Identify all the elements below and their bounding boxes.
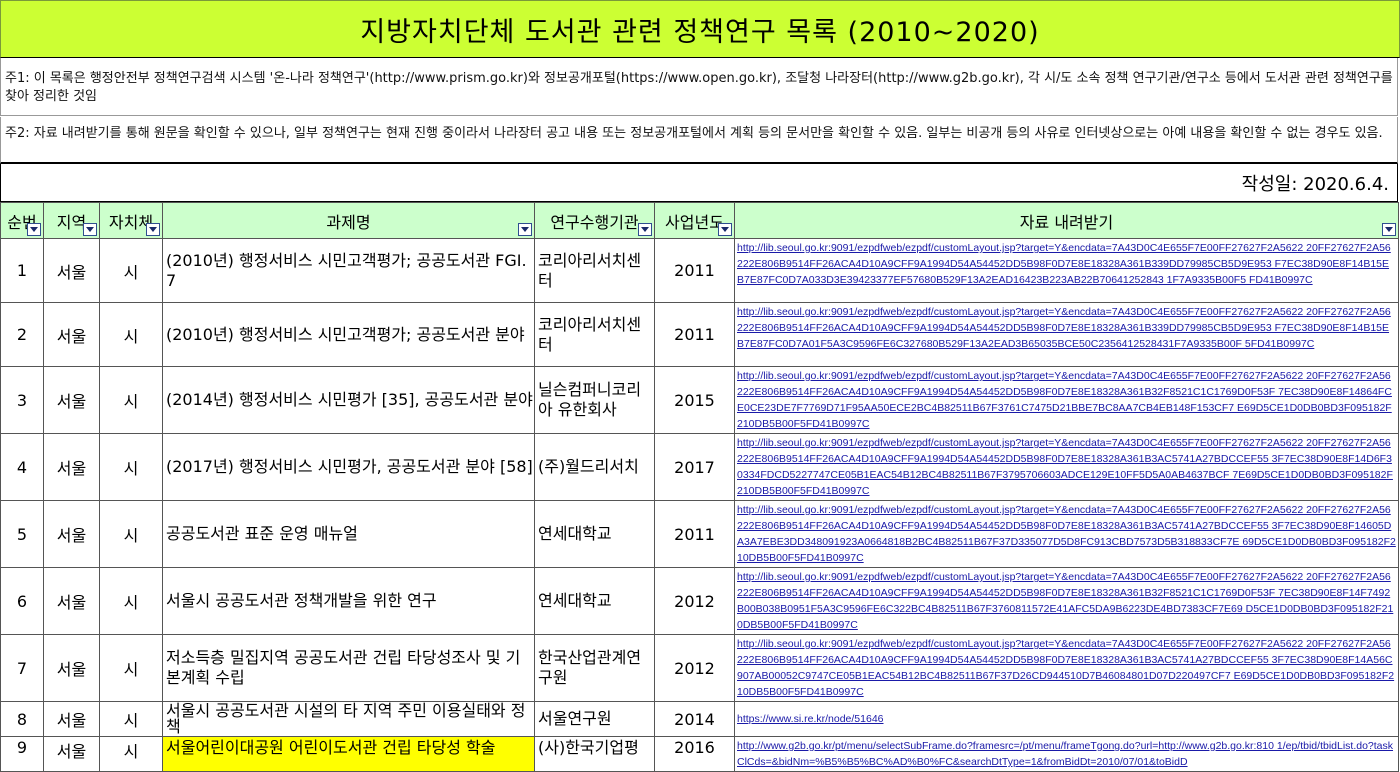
cell-no: 4 xyxy=(0,433,44,501)
filter-dropdown-icon[interactable] xyxy=(27,223,41,236)
cell-region: 서울 xyxy=(43,238,100,303)
header-download: 자료 내려받기 xyxy=(734,202,1399,239)
cell-no: 8 xyxy=(0,701,44,737)
filter-dropdown-icon[interactable] xyxy=(146,223,160,236)
cell-year: 2011 xyxy=(654,302,735,367)
filter-dropdown-icon[interactable] xyxy=(718,223,732,236)
table-row: 3 서울 시 (2014년) 행정서비스 시민평가 [35], 공공도서관 분야… xyxy=(0,366,1399,434)
header-no: 순번 xyxy=(0,202,44,239)
cell-project: (2010년) 행정서비스 시민고객평가; 공공도서관 FGI. 7 xyxy=(162,238,535,303)
table-row: 1 서울 시 (2010년) 행정서비스 시민고객평가; 공공도서관 FGI. … xyxy=(0,238,1399,303)
cell-gov: 시 xyxy=(99,500,163,568)
table-row: 9 서울 시 서울어린이대공원 어린이도서관 건립 타당성 학술 (사)한국기업… xyxy=(0,736,1399,772)
cell-year: 2014 xyxy=(654,701,735,737)
cell-gov: 시 xyxy=(99,238,163,303)
download-link[interactable]: http://www.g2b.go.kr/pt/menu/selectSubFr… xyxy=(734,736,1399,772)
cell-no: 2 xyxy=(0,302,44,367)
header-year: 사업년도 xyxy=(654,202,735,239)
note-2: 주2: 자료 내려받기를 통해 원문을 확인할 수 있으나, 일부 정책연구는 … xyxy=(0,117,1398,164)
table-row: 4 서울 시 (2017년) 행정서비스 시민평가, 공공도서관 분야 [58]… xyxy=(0,433,1399,501)
filter-dropdown-icon[interactable] xyxy=(638,223,652,236)
cell-project: (2017년) 행정서비스 시민평가, 공공도서관 분야 [58] xyxy=(162,433,535,501)
cell-year: 2016 xyxy=(654,736,735,772)
cell-year: 2011 xyxy=(654,500,735,568)
header-row: 순번 지역 자치체 과제명 연구수행기관 사업년도 자료 내려받기 xyxy=(0,202,1399,239)
cell-year: 2011 xyxy=(654,238,735,303)
cell-region: 서울 xyxy=(43,736,100,772)
download-link[interactable]: http://lib.seoul.go.kr:9091/ezpdfweb/ezp… xyxy=(734,634,1399,702)
download-link[interactable]: http://lib.seoul.go.kr:9091/ezpdfweb/ezp… xyxy=(734,433,1399,501)
cell-org: 연세대학교 xyxy=(534,567,655,635)
cell-org: 연세대학교 xyxy=(534,500,655,568)
date-label: 작성일: 2020.6.4. xyxy=(1241,173,1389,195)
cell-gov: 시 xyxy=(99,366,163,434)
cell-no: 7 xyxy=(0,634,44,702)
filter-dropdown-icon[interactable] xyxy=(83,223,97,236)
cell-gov: 시 xyxy=(99,433,163,501)
cell-org: (주)월드리서치 xyxy=(534,433,655,501)
cell-region: 서울 xyxy=(43,567,100,635)
cell-year: 2015 xyxy=(654,366,735,434)
note-1: 주1: 이 목록은 행정안전부 정책연구검색 시스템 '온-나라 정책연구'(h… xyxy=(0,58,1398,116)
download-link[interactable]: http://lib.seoul.go.kr:9091/ezpdfweb/ezp… xyxy=(734,238,1399,303)
table-row: 5 서울 시 공공도서관 표준 운영 매뉴얼 연세대학교 2011 http:/… xyxy=(0,500,1399,568)
cell-gov: 시 xyxy=(99,634,163,702)
filter-dropdown-icon[interactable] xyxy=(518,223,532,236)
cell-project: 저소득층 밀집지역 공공도서관 건립 타당성조사 및 기본계획 수립 xyxy=(162,634,535,702)
date-row: 작성일: 2020.6.4. xyxy=(0,164,1398,202)
cell-project: (2010년) 행정서비스 시민고객평가; 공공도서관 분야 xyxy=(162,302,535,367)
cell-gov: 시 xyxy=(99,567,163,635)
cell-project: 서울시 공공도서관 시설의 타 지역 주민 이용실태와 정책 xyxy=(162,701,535,737)
header-project: 과제명 xyxy=(162,202,535,239)
cell-org: 한국산업관계연구원 xyxy=(534,634,655,702)
cell-gov: 시 xyxy=(99,302,163,367)
cell-year: 2012 xyxy=(654,567,735,635)
cell-region: 서울 xyxy=(43,366,100,434)
cell-org: 코리아리서치센터 xyxy=(534,302,655,367)
table-row: 6 서울 시 서울시 공공도서관 정책개발을 위한 연구 연세대학교 2012 … xyxy=(0,567,1399,635)
download-link[interactable]: http://lib.seoul.go.kr:9091/ezpdfweb/ezp… xyxy=(734,500,1399,568)
cell-no: 6 xyxy=(0,567,44,635)
table-row: 8 서울 시 서울시 공공도서관 시설의 타 지역 주민 이용실태와 정책 서울… xyxy=(0,701,1399,737)
cell-org: 코리아리서치센터 xyxy=(534,238,655,303)
download-link[interactable]: https://www.si.re.kr/node/51646 xyxy=(734,701,1399,737)
research-table: 순번 지역 자치체 과제명 연구수행기관 사업년도 자료 내려받기 1 서울 시… xyxy=(0,202,1399,772)
cell-gov: 시 xyxy=(99,701,163,737)
cell-no: 3 xyxy=(0,366,44,434)
cell-year: 2012 xyxy=(654,634,735,702)
filter-dropdown-icon[interactable] xyxy=(1382,223,1396,236)
cell-region: 서울 xyxy=(43,302,100,367)
page-title: 지방자치단체 도서관 관련 정책연구 목록 (2010~2020) xyxy=(0,0,1400,58)
cell-no: 5 xyxy=(0,500,44,568)
cell-no: 9 xyxy=(0,736,44,772)
cell-year: 2017 xyxy=(654,433,735,501)
cell-project: 서울어린이대공원 어린이도서관 건립 타당성 학술 xyxy=(162,736,535,772)
download-link[interactable]: http://lib.seoul.go.kr:9091/ezpdfweb/ezp… xyxy=(734,302,1399,367)
cell-project: (2014년) 행정서비스 시민평가 [35], 공공도서관 분야 xyxy=(162,366,535,434)
cell-org: (사)한국기업평 xyxy=(534,736,655,772)
download-link[interactable]: http://lib.seoul.go.kr:9091/ezpdfweb/ezp… xyxy=(734,366,1399,434)
cell-org: 닐슨컴퍼니코리아 유한회사 xyxy=(534,366,655,434)
cell-region: 서울 xyxy=(43,433,100,501)
cell-org: 서울연구원 xyxy=(534,701,655,737)
header-gov: 자치체 xyxy=(99,202,163,239)
table-row: 2 서울 시 (2010년) 행정서비스 시민고객평가; 공공도서관 분야 코리… xyxy=(0,302,1399,367)
cell-project: 공공도서관 표준 운영 매뉴얼 xyxy=(162,500,535,568)
cell-project: 서울시 공공도서관 정책개발을 위한 연구 xyxy=(162,567,535,635)
cell-region: 서울 xyxy=(43,634,100,702)
header-region: 지역 xyxy=(43,202,100,239)
cell-region: 서울 xyxy=(43,500,100,568)
download-link[interactable]: http://lib.seoul.go.kr:9091/ezpdfweb/ezp… xyxy=(734,567,1399,635)
cell-region: 서울 xyxy=(43,701,100,737)
table-row: 7 서울 시 저소득층 밀집지역 공공도서관 건립 타당성조사 및 기본계획 수… xyxy=(0,634,1399,702)
header-org: 연구수행기관 xyxy=(534,202,655,239)
cell-gov: 시 xyxy=(99,736,163,772)
cell-no: 1 xyxy=(0,238,44,303)
